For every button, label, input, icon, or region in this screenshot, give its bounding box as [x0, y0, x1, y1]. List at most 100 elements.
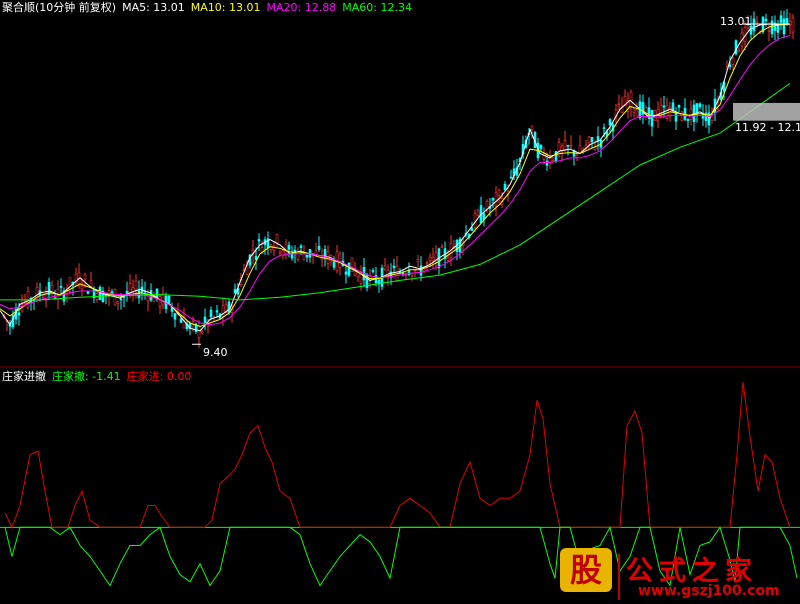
candle-body — [287, 244, 291, 250]
candle-body — [569, 144, 573, 147]
range-price-label: 11.92 - 12.12 — [735, 121, 800, 134]
candle-body — [503, 183, 507, 191]
chart-stage: 聚合顺(10分钟 前复权) MA5: 13.01 MA10: 13.01 MA20: … — [0, 0, 800, 604]
ma60-label: MA60: 12.34 — [342, 1, 412, 14]
candle-body — [347, 262, 351, 276]
candle-body — [440, 246, 444, 248]
candle-body — [344, 271, 348, 275]
candle-body — [215, 310, 219, 313]
high-price-label: 13.01 — [720, 15, 752, 28]
candle-body — [680, 111, 684, 121]
candle-body — [254, 256, 258, 260]
ma5-line — [0, 23, 791, 332]
candle-body — [332, 261, 336, 268]
candle-body — [257, 239, 261, 242]
candle-body — [470, 227, 474, 232]
ma5-label: MA5: 13.01 — [122, 1, 185, 14]
ma10-label: MA10: 13.01 — [190, 1, 261, 14]
candle-body — [416, 259, 420, 262]
candle-body — [383, 265, 387, 270]
low-price-label: 9.40 — [203, 346, 228, 359]
candle-body — [89, 280, 93, 287]
candle-body — [158, 296, 162, 307]
candle-body — [110, 291, 114, 294]
candle-body — [197, 326, 201, 339]
watermark: 股 公式之家 www.gszj100.com — [560, 546, 800, 604]
candle-body — [338, 253, 342, 269]
candle-body — [782, 18, 786, 35]
candle-body — [578, 145, 582, 154]
candle-body — [419, 265, 423, 276]
candle-body — [305, 254, 309, 258]
candle-body — [587, 136, 591, 144]
candle-body — [80, 285, 84, 290]
candle-body — [650, 110, 654, 127]
candle-body — [632, 108, 636, 113]
candle-body — [566, 145, 570, 147]
candle-body — [635, 109, 639, 117]
candle-body — [278, 251, 282, 254]
candle-body — [299, 245, 303, 248]
candle-body — [575, 154, 579, 158]
candle-body — [545, 160, 549, 166]
candle-body — [509, 176, 513, 179]
candle-body — [689, 108, 693, 120]
candle-body — [686, 118, 690, 122]
candle-body — [608, 119, 612, 126]
candle-body — [209, 309, 213, 318]
watermark-divider — [618, 554, 620, 600]
candle-body — [530, 125, 534, 131]
candle-body — [404, 274, 408, 277]
candle-body — [317, 245, 321, 250]
candle-body — [602, 127, 606, 129]
candle-body — [167, 295, 171, 303]
candle-body — [116, 301, 120, 305]
candle-body — [755, 20, 759, 23]
watermark-url: www.gszj100.com — [638, 583, 780, 599]
candle-body — [86, 290, 90, 295]
candle-body — [428, 256, 432, 261]
candle-body — [227, 301, 231, 313]
top-panel-title: 聚合顺(10分钟 前复权) — [2, 1, 117, 14]
candle-body — [539, 144, 543, 150]
candle-body — [563, 140, 567, 151]
zhuangjin-line — [4, 381, 791, 529]
candle-body — [320, 257, 324, 261]
candle-body — [191, 320, 195, 322]
candle-body — [134, 280, 138, 291]
candle-body — [731, 57, 735, 65]
candle-body — [476, 210, 480, 216]
candle-body — [662, 105, 666, 108]
candle-body — [674, 113, 678, 122]
candle-body — [677, 104, 681, 108]
candle-body — [698, 103, 702, 108]
ma20-label: MA20: 12.88 — [266, 1, 337, 14]
candle-body — [776, 24, 780, 33]
candle-body — [779, 15, 783, 23]
bottom-panel-title: 庄家进撤 — [2, 370, 46, 383]
candle-body — [83, 274, 87, 280]
candle-body — [371, 270, 375, 273]
candle-body — [119, 298, 123, 301]
candle-body — [17, 312, 21, 316]
candle-body — [446, 257, 450, 261]
candle-body — [59, 285, 63, 288]
candle-body — [173, 313, 177, 320]
candle-body — [296, 251, 300, 260]
candle-body — [791, 17, 795, 33]
candle-body — [431, 257, 435, 262]
candle-body — [98, 286, 102, 301]
candle-body — [764, 18, 768, 22]
candle-body — [494, 192, 498, 207]
stock-chart[interactable] — [0, 0, 800, 604]
candle-body — [629, 91, 633, 108]
candle-body — [491, 198, 495, 201]
candle-body — [728, 64, 732, 67]
candle-body — [770, 20, 774, 35]
zhuangjin-label: 庄家进: 0.00 — [126, 370, 192, 383]
candle-body — [377, 279, 381, 284]
candle-body — [203, 316, 207, 324]
candle-body — [275, 234, 279, 244]
candle-body — [617, 103, 621, 105]
top-legend: 聚合顺(10分钟 前复权) MA5: 13.01 MA10: 13.01 MA20: … — [2, 1, 418, 15]
